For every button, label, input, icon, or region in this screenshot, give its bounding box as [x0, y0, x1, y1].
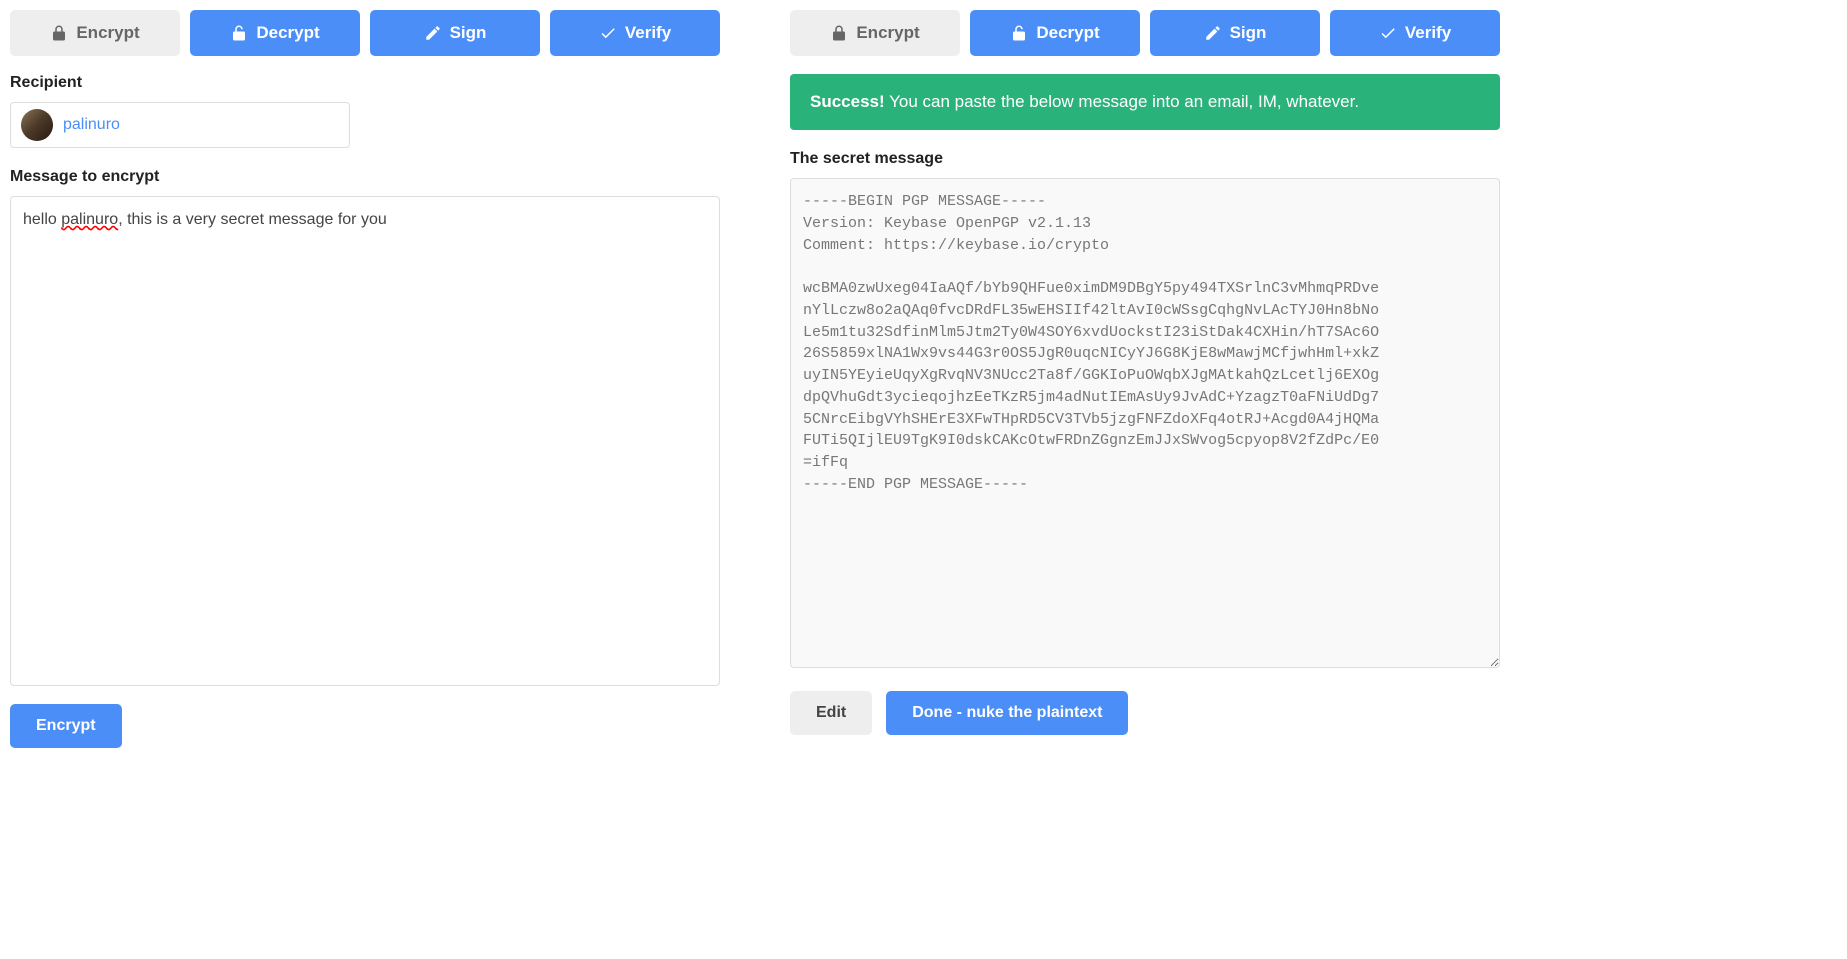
tab-verify[interactable]: Verify — [1330, 10, 1500, 56]
tab-label: Verify — [625, 23, 671, 43]
recipient-input[interactable]: palinuro — [10, 102, 350, 148]
lock-closed-icon — [50, 24, 68, 42]
result-panel: Encrypt Decrypt Sign Verify — [790, 10, 1500, 748]
tab-label: Decrypt — [256, 23, 319, 43]
recipient-label: Recipient — [10, 74, 720, 92]
tab-verify[interactable]: Verify — [550, 10, 720, 56]
tab-label: Verify — [1405, 23, 1451, 43]
alert-text: You can paste the below message into an … — [885, 92, 1359, 111]
tab-bar-left: Encrypt Decrypt Sign Verify — [10, 10, 720, 56]
check-icon — [599, 24, 617, 42]
tab-label: Sign — [450, 23, 487, 43]
tab-label: Sign — [1230, 23, 1267, 43]
success-alert: Success! You can paste the below message… — [790, 74, 1500, 130]
message-label: Message to encrypt — [10, 168, 720, 186]
secret-output[interactable] — [790, 178, 1500, 668]
pencil-icon — [424, 24, 442, 42]
tab-label: Encrypt — [856, 23, 919, 43]
tab-encrypt[interactable]: Encrypt — [790, 10, 960, 56]
spellcheck-word: palinuro — [61, 211, 118, 228]
alert-strong: Success! — [810, 92, 885, 111]
check-icon — [1379, 24, 1397, 42]
tab-label: Encrypt — [76, 23, 139, 43]
edit-button[interactable]: Edit — [790, 691, 872, 735]
recipient-name: palinuro — [63, 116, 120, 134]
tab-sign[interactable]: Sign — [370, 10, 540, 56]
lock-closed-icon — [830, 24, 848, 42]
action-row: Edit Done - nuke the plaintext — [790, 673, 1500, 735]
tab-label: Decrypt — [1036, 23, 1099, 43]
tab-decrypt[interactable]: Decrypt — [190, 10, 360, 56]
tab-sign[interactable]: Sign — [1150, 10, 1320, 56]
message-input[interactable]: hello palinuro, this is a very secret me… — [10, 196, 720, 686]
pencil-icon — [1204, 24, 1222, 42]
tab-encrypt[interactable]: Encrypt — [10, 10, 180, 56]
tab-decrypt[interactable]: Decrypt — [970, 10, 1140, 56]
lock-open-icon — [230, 24, 248, 42]
done-button[interactable]: Done - nuke the plaintext — [886, 691, 1128, 735]
secret-label: The secret message — [790, 150, 1500, 168]
encrypt-button[interactable]: Encrypt — [10, 704, 122, 748]
lock-open-icon — [1010, 24, 1028, 42]
encrypt-panel: Encrypt Decrypt Sign Verify Re — [10, 10, 720, 748]
tab-bar-right: Encrypt Decrypt Sign Verify — [790, 10, 1500, 56]
avatar — [21, 109, 53, 141]
